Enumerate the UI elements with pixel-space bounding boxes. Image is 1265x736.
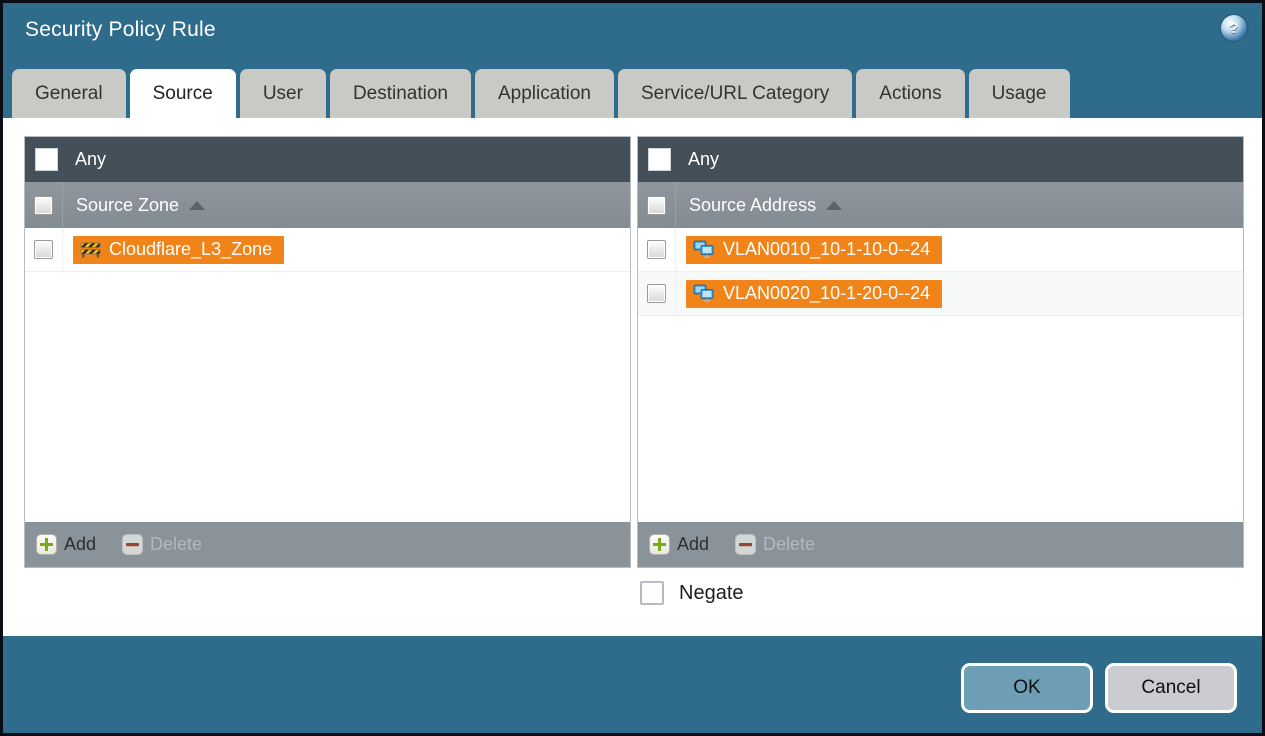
sort-ascending-icon [189, 200, 206, 210]
zone-name: Cloudflare_L3_Zone [109, 238, 273, 259]
negate-control: Negate [640, 581, 744, 605]
source-address-any-checkbox[interactable] [648, 148, 671, 171]
delete-button[interactable]: Delete [122, 534, 202, 555]
source-zone-any-checkbox[interactable] [35, 148, 58, 171]
table-row[interactable]: VLAN0010_10-1-10-0--24 [638, 228, 1243, 272]
address-tag[interactable]: VLAN0010_10-1-10-0--24 [686, 235, 943, 264]
source-address-select-all-checkbox[interactable] [647, 195, 666, 215]
source-address-footer: Add Delete [638, 522, 1243, 567]
zone-icon [80, 242, 101, 257]
negate-label: Negate [679, 581, 744, 604]
source-zone-footer: Add Delete [25, 522, 630, 567]
tab-general[interactable]: General [12, 69, 126, 118]
source-zone-list: Cloudflare_L3_Zone [25, 228, 630, 522]
zone-tag[interactable]: Cloudflare_L3_Zone [73, 235, 285, 264]
tab-user[interactable]: User [239, 69, 326, 118]
sort-ascending-icon [826, 200, 843, 210]
dialog-title: Security Policy Rule [25, 18, 216, 41]
row-checkbox[interactable] [34, 240, 53, 259]
table-row[interactable]: VLAN0020_10-1-20-0--24 [638, 272, 1243, 316]
address-name: VLAN0020_10-1-20-0--24 [723, 282, 931, 303]
minus-icon [735, 534, 757, 555]
tab-destination[interactable]: Destination [329, 69, 471, 118]
plus-icon [649, 534, 670, 555]
tab-bar: General Source User Destination Applicat… [12, 69, 1070, 118]
source-address-column-header[interactable]: Source Address [638, 182, 1243, 228]
negate-checkbox[interactable] [640, 581, 664, 605]
address-tag[interactable]: VLAN0020_10-1-20-0--24 [686, 279, 943, 308]
source-zone-column-header[interactable]: Source Zone [25, 182, 630, 228]
source-zone-panel: Any Source Zone Cloudflare_L3_Zone Add D… [24, 136, 631, 568]
plus-icon [36, 534, 57, 555]
add-button[interactable]: Add [36, 534, 96, 555]
source-address-panel: Any Source Address VLAN0010_10-1-10-0--2… [637, 136, 1244, 568]
add-button[interactable]: Add [649, 534, 709, 555]
cancel-button[interactable]: Cancel [1105, 663, 1237, 713]
source-address-list: VLAN0010_10-1-10-0--24 VLAN0020_10-1-20-… [638, 228, 1243, 522]
add-label: Add [677, 534, 710, 554]
any-label: Any [75, 149, 107, 169]
source-zone-select-all-checkbox[interactable] [34, 195, 53, 215]
column-header-label: Source Zone [76, 194, 180, 215]
address-name: VLAN0010_10-1-10-0--24 [723, 238, 931, 259]
security-policy-rule-dialog: Security Policy Rule ? General Source Us… [0, 0, 1265, 736]
address-icon [693, 284, 714, 302]
row-checkbox[interactable] [647, 284, 666, 303]
delete-label: Delete [150, 534, 203, 554]
any-label: Any [688, 149, 720, 169]
delete-label: Delete [763, 534, 816, 554]
tab-source[interactable]: Source [129, 69, 236, 118]
source-address-any-header: Any [638, 137, 1243, 182]
help-button[interactable]: ? [1221, 15, 1247, 41]
row-checkbox[interactable] [647, 240, 666, 259]
tab-usage[interactable]: Usage [968, 69, 1070, 118]
table-row[interactable]: Cloudflare_L3_Zone [25, 228, 630, 272]
column-header-label: Source Address [689, 194, 817, 215]
add-label: Add [64, 534, 97, 554]
source-zone-any-header: Any [25, 137, 630, 182]
minus-icon [122, 534, 144, 555]
tab-actions[interactable]: Actions [856, 69, 965, 118]
delete-button[interactable]: Delete [735, 534, 815, 555]
address-icon [693, 240, 714, 258]
ok-button[interactable]: OK [961, 663, 1093, 713]
help-question-icon: ? [1229, 19, 1239, 37]
source-tab-content: Any Source Zone Cloudflare_L3_Zone Add D… [3, 118, 1262, 636]
tab-service-url-category[interactable]: Service/URL Category [617, 69, 853, 118]
tab-application[interactable]: Application [475, 69, 614, 118]
